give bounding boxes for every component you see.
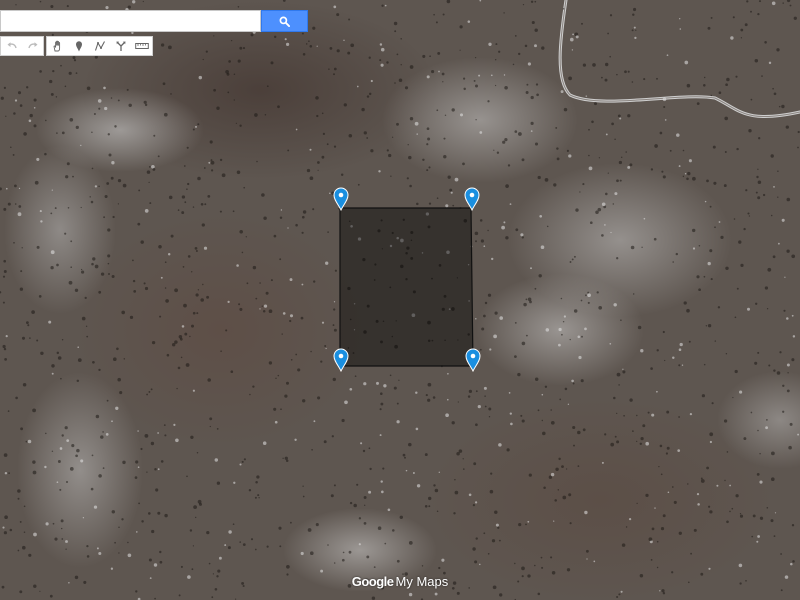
- polygon-vertex-marker-3[interactable]: [333, 348, 349, 373]
- hand-icon: [53, 40, 60, 52]
- redo-button[interactable]: [22, 37, 43, 55]
- search-icon: [279, 16, 290, 27]
- search-input[interactable]: [0, 10, 261, 32]
- search-button[interactable]: [261, 10, 308, 32]
- polygon-vertex-marker-1[interactable]: [333, 187, 349, 212]
- pan-tool-button[interactable]: [47, 37, 68, 55]
- drawn-polygon[interactable]: [339, 207, 474, 367]
- measure-button[interactable]: [131, 37, 152, 55]
- undo-icon: [7, 42, 17, 49]
- drawing-tools-group: [46, 36, 153, 56]
- line-icon: [94, 41, 105, 51]
- draw-line-button[interactable]: [89, 37, 110, 55]
- redo-icon: [27, 42, 37, 49]
- map-toolbar: [0, 36, 153, 56]
- map-overlay: [333, 187, 481, 373]
- directions-icon: [116, 41, 125, 51]
- undo-redo-group: [0, 36, 44, 56]
- polygon-vertex-marker-4[interactable]: [465, 348, 481, 373]
- ruler-icon: [134, 43, 149, 49]
- polygon-vertex-marker-2[interactable]: [464, 187, 480, 212]
- directions-button[interactable]: [110, 37, 131, 55]
- add-marker-button[interactable]: [68, 37, 89, 55]
- undo-button[interactable]: [1, 37, 22, 55]
- marker-icon: [75, 41, 82, 52]
